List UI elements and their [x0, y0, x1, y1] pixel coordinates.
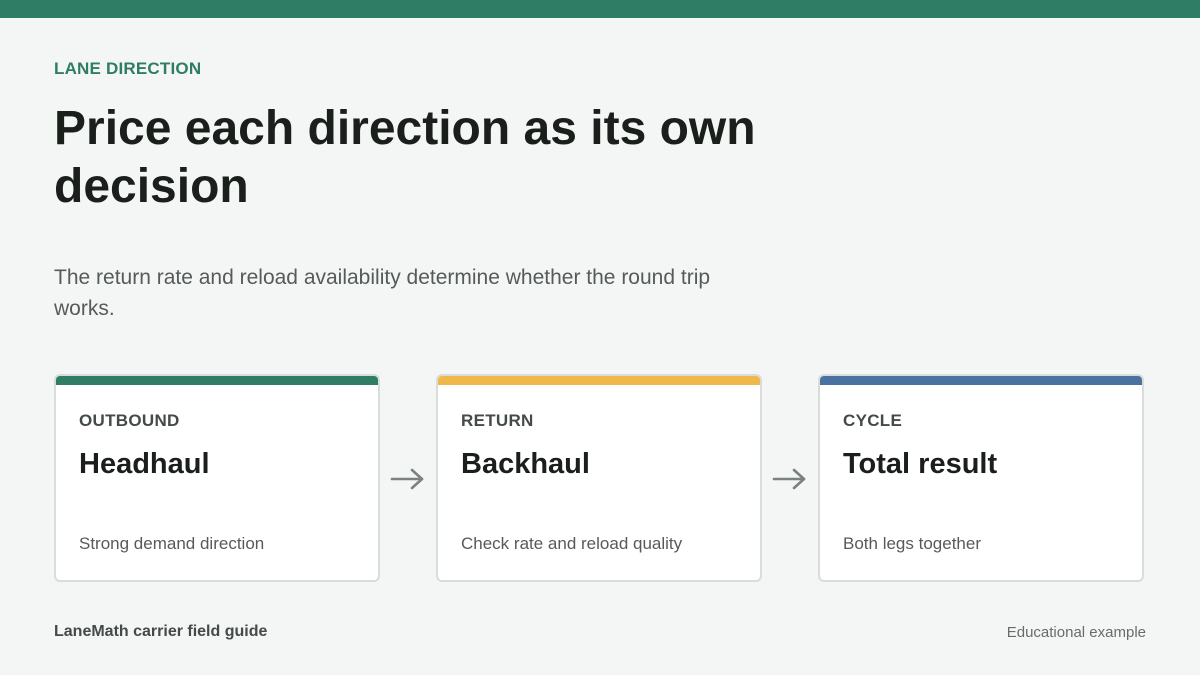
card-description: Both legs together — [843, 534, 981, 553]
card-cycle: CYCLE Total result Both legs together — [818, 374, 1144, 582]
card-accent-bar — [56, 376, 378, 385]
card-accent-bar — [438, 376, 760, 385]
footer-note: Educational example — [1006, 624, 1146, 641]
footer-brand: LaneMath carrier field guide — [54, 623, 268, 640]
page-title: Price each direction as its own decision — [54, 102, 756, 213]
card-label: OUTBOUND — [79, 411, 180, 430]
page-subtitle: The return rate and reload availability … — [54, 266, 711, 320]
card-description: Check rate and reload quality — [461, 534, 683, 553]
card-outbound: OUTBOUND Headhaul Strong demand directio… — [54, 374, 380, 582]
card-accent-bar — [820, 376, 1142, 385]
section-eyebrow: LANE DIRECTION — [54, 59, 202, 78]
card-label: CYCLE — [843, 411, 903, 430]
card-heading: Total result — [843, 448, 998, 480]
arrow-right-icon — [390, 468, 424, 490]
card-heading: Backhaul — [461, 448, 590, 480]
card-heading: Headhaul — [79, 448, 210, 480]
arrow-right-icon — [772, 468, 806, 490]
card-label: RETURN — [461, 411, 534, 430]
card-description: Strong demand direction — [79, 534, 265, 553]
top-accent-bar — [0, 0, 1200, 18]
card-return: RETURN Backhaul Check rate and reload qu… — [436, 374, 762, 582]
